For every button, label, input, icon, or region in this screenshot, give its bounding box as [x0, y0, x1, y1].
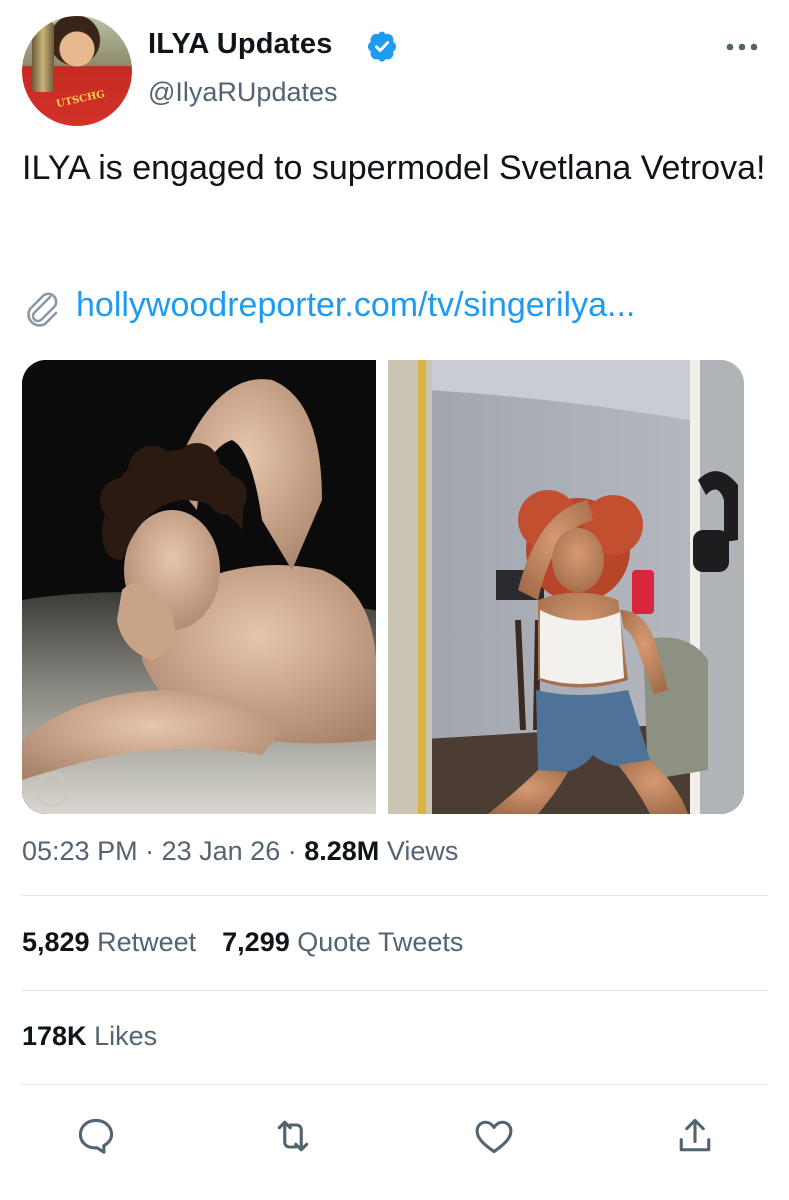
avatar-shirt-text: UTSCHG — [55, 88, 106, 111]
likes-count: 178K — [22, 1021, 87, 1051]
heart-icon[interactable] — [472, 1114, 516, 1158]
likes-label: Likes — [94, 1021, 158, 1051]
quotes-count: 7,299 — [222, 927, 290, 957]
quotes-stat[interactable]: 7,299 Quote Tweets — [222, 927, 463, 957]
retweet-icon[interactable] — [271, 1114, 315, 1158]
more-options-icon[interactable] — [724, 40, 760, 54]
meta-separator: · — [287, 836, 297, 866]
photo-1-illustration — [22, 360, 376, 814]
retweets-stat[interactable]: 5,829 Retweet — [22, 927, 196, 957]
reply-icon[interactable] — [74, 1114, 118, 1158]
tweet-meta: 05:23 PM · 23 Jan 26 · 8.28M Views — [22, 836, 458, 867]
views-count: 8.28M — [304, 836, 380, 866]
tweet-time[interactable]: 05:23 PM — [22, 836, 138, 866]
retweets-count: 5,829 — [22, 927, 90, 957]
share-icon[interactable] — [673, 1114, 717, 1158]
tweet-photo-2[interactable] — [388, 360, 744, 814]
quotes-label: Quote Tweets — [297, 927, 464, 957]
divider — [22, 895, 768, 896]
likes-stat[interactable]: 178K Likes — [22, 1021, 157, 1052]
user-handle[interactable]: @IlyaRUpdates — [148, 77, 338, 108]
tweet-text: ILYA is engaged to supermodel Svetlana V… — [22, 149, 766, 187]
photo-2-illustration — [388, 360, 744, 814]
tweet-date[interactable]: 23 Jan 26 — [162, 836, 281, 866]
avatar[interactable]: UTSCHG — [22, 16, 132, 126]
avatar-trophy-shape — [32, 22, 54, 92]
tweet-photo-1[interactable] — [22, 360, 376, 814]
views-label: Views — [386, 836, 459, 866]
tweet-link[interactable]: hollywoodreporter.com/tv/singerilya... — [76, 286, 635, 325]
engagement-stats: 5,829 Retweet 7,299 Quote Tweets — [22, 927, 463, 958]
paperclip-icon — [27, 292, 58, 327]
meta-separator: · — [145, 836, 155, 866]
retweets-label: Retweet — [97, 927, 197, 957]
display-name[interactable]: ILYA Updates — [148, 28, 333, 61]
verified-badge-icon — [368, 31, 396, 62]
divider — [22, 1084, 768, 1085]
divider — [22, 990, 768, 991]
